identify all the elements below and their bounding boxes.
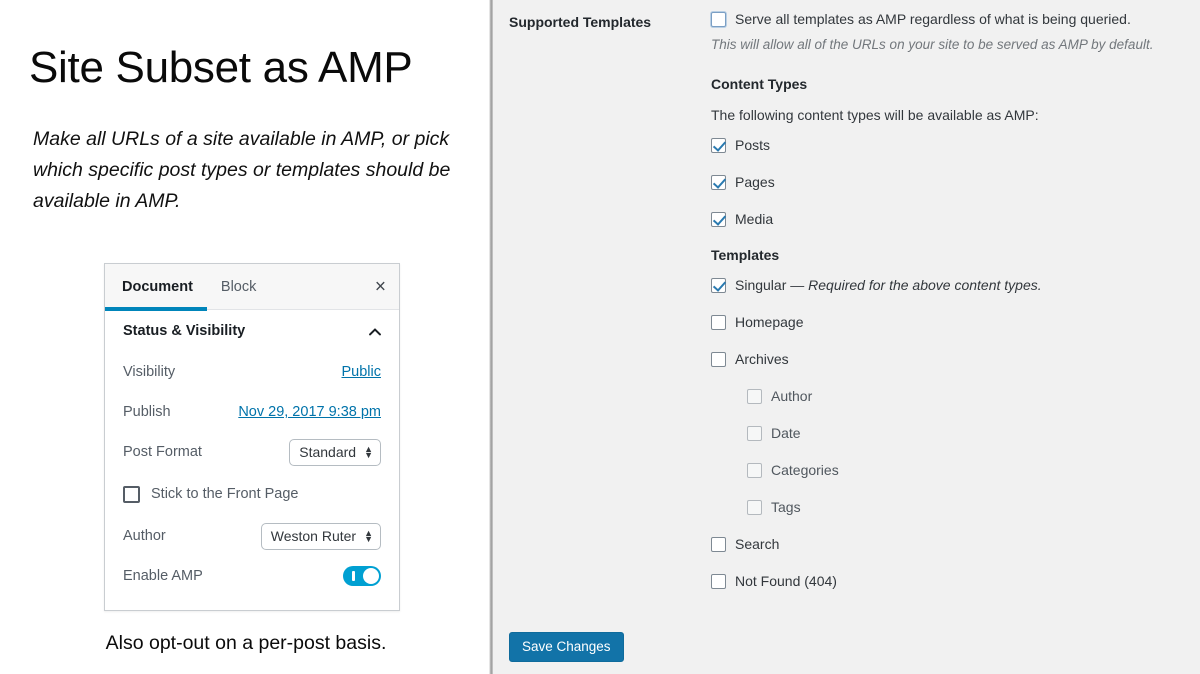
checkbox-label: Tags xyxy=(771,499,801,515)
checkbox-label: Date xyxy=(771,425,801,441)
checkbox-row[interactable]: Pages xyxy=(711,173,1191,192)
checkbox-homepage[interactable] xyxy=(711,315,726,330)
sticky-label: Stick to the Front Page xyxy=(151,486,299,502)
author-value: Weston Ruter xyxy=(270,528,357,544)
select-arrows-icon: ▲ ▼ xyxy=(364,444,373,460)
checkbox-tags[interactable] xyxy=(747,500,762,515)
templates-heading: Templates xyxy=(711,247,780,263)
visibility-label: Visibility xyxy=(123,364,176,380)
row-post-format: Post Format Standard ▲ ▼ xyxy=(123,432,381,472)
publish-date-link[interactable]: Nov 29, 2017 9:38 pm xyxy=(238,404,381,420)
checkbox-label: Author xyxy=(771,388,813,404)
tab-block[interactable]: Block xyxy=(207,264,270,310)
slide-root: Site Subset as AMP Make all URLs of a si… xyxy=(0,0,1200,674)
toggle-bar-icon xyxy=(352,571,355,581)
checkbox-label: Search xyxy=(735,536,780,552)
checkbox-singular[interactable] xyxy=(711,278,726,293)
checkbox-label: Homepage xyxy=(735,314,804,330)
supported-templates-label: Supported Templates xyxy=(509,14,652,30)
tab-document[interactable]: Document xyxy=(105,264,207,311)
checkbox-row[interactable]: Archives xyxy=(711,350,1191,369)
checkbox-media[interactable] xyxy=(711,212,726,227)
row-sticky[interactable]: Stick to the Front Page xyxy=(123,472,381,516)
settings-fields: Serve all templates as AMP regardless of… xyxy=(711,10,1191,609)
checkbox-label: Archives xyxy=(735,351,789,367)
serve-all-row[interactable]: Serve all templates as AMP regardless of… xyxy=(711,10,1191,29)
serve-all-label: Serve all templates as AMP regardless of… xyxy=(735,11,1131,27)
left-slide-pane: Site Subset as AMP Make all URLs of a si… xyxy=(0,0,492,674)
checkbox-pages[interactable] xyxy=(711,175,726,190)
post-format-select[interactable]: Standard ▲ ▼ xyxy=(289,438,381,466)
checkbox-row[interactable]: Categories xyxy=(747,461,1191,480)
checkbox-label: Not Found (404) xyxy=(735,573,837,589)
checkbox-row[interactable]: Search xyxy=(711,535,1191,554)
checkbox-note: — Required for the above content types. xyxy=(786,277,1042,293)
chevron-up-icon[interactable] xyxy=(368,327,381,335)
row-publish: Publish Nov 29, 2017 9:38 pm xyxy=(123,392,381,432)
row-visibility: Visibility Public xyxy=(123,352,381,392)
post-format-label: Post Format xyxy=(123,444,202,460)
status-visibility-header[interactable]: Status & Visibility xyxy=(123,310,381,352)
checkbox-row[interactable]: Author xyxy=(747,387,1191,406)
checkbox-label: Pages xyxy=(735,174,775,190)
checkbox-categories[interactable] xyxy=(747,463,762,478)
panel-body: Status & Visibility Visibility Public Pu… xyxy=(105,310,399,596)
checkbox-row[interactable]: Posts xyxy=(711,136,1191,155)
serve-all-checkbox[interactable] xyxy=(711,12,726,27)
enable-amp-toggle[interactable] xyxy=(343,566,381,586)
slide-subtitle: Make all URLs of a site available in AMP… xyxy=(33,128,451,212)
panel-tabs: Document Block × xyxy=(105,264,399,311)
content-types-list: Posts Pages Media xyxy=(711,136,1191,229)
checkbox-author[interactable] xyxy=(747,389,762,404)
checkbox-not-found-404[interactable] xyxy=(711,574,726,589)
document-settings-panel: Document Block × Status & Visibility Vis… xyxy=(104,263,400,611)
checkbox-label: Media xyxy=(735,211,774,227)
enable-amp-label: Enable AMP xyxy=(123,568,203,584)
publish-label: Publish xyxy=(123,404,171,420)
status-visibility-title: Status & Visibility xyxy=(123,323,246,339)
checkbox-row[interactable]: Homepage xyxy=(711,313,1191,332)
checkbox-row[interactable]: Singular — Required for the above conten… xyxy=(711,276,1191,295)
templates-list: Singular — Required for the above conten… xyxy=(711,276,1191,591)
select-arrows-icon: ▲ ▼ xyxy=(364,528,373,544)
checkbox-row[interactable]: Not Found (404) xyxy=(711,572,1191,591)
checkbox-date[interactable] xyxy=(747,426,762,441)
row-author: Author Weston Ruter ▲ ▼ xyxy=(123,516,381,556)
checkbox-row[interactable]: Media xyxy=(711,210,1191,229)
content-types-intro: The following content types will be avai… xyxy=(711,107,1039,123)
page-title: Site Subset as AMP xyxy=(29,43,413,92)
visibility-value-link[interactable]: Public xyxy=(342,364,382,380)
settings-pane: Supported Templates Serve all templates … xyxy=(493,0,1200,674)
row-enable-amp: Enable AMP xyxy=(123,556,381,596)
slide-caption: Also opt-out on a per-post basis. xyxy=(105,632,387,654)
save-changes-button[interactable]: Save Changes xyxy=(509,632,624,662)
content-types-heading: Content Types xyxy=(711,76,808,92)
checkbox-row[interactable]: Date xyxy=(747,424,1191,443)
checkbox-label: Singular — Required for the above conten… xyxy=(735,277,1042,293)
checkbox-archives[interactable] xyxy=(711,352,726,367)
checkbox-label: Categories xyxy=(771,462,839,478)
toggle-knob xyxy=(363,568,379,584)
close-icon[interactable]: × xyxy=(375,277,386,296)
sticky-checkbox[interactable] xyxy=(123,485,140,503)
post-format-value: Standard xyxy=(299,444,357,460)
author-select[interactable]: Weston Ruter ▲ ▼ xyxy=(260,522,381,550)
checkbox-search[interactable] xyxy=(711,537,726,552)
author-label: Author xyxy=(123,528,166,544)
checkbox-label: Posts xyxy=(735,137,771,153)
serve-all-description: This will allow all of the URLs on your … xyxy=(711,37,1154,52)
checkbox-row[interactable]: Tags xyxy=(747,498,1191,517)
checkbox-posts[interactable] xyxy=(711,138,726,153)
